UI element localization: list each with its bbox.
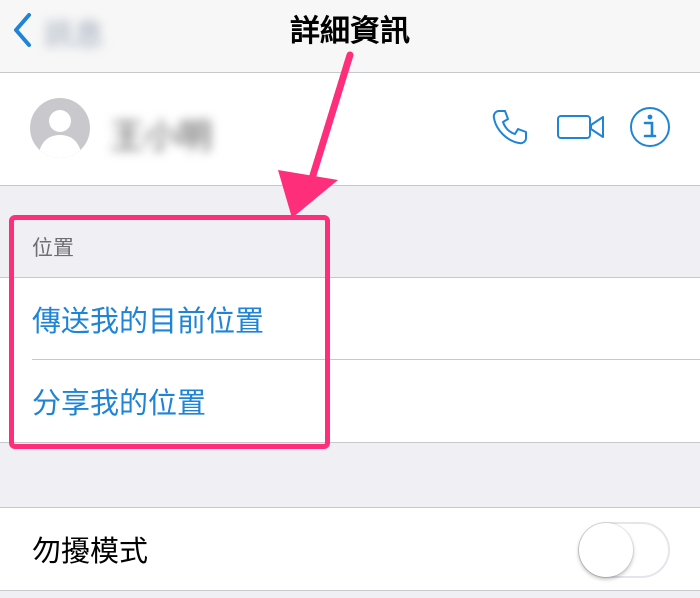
info-button[interactable] [628, 107, 672, 151]
video-icon [556, 112, 606, 146]
call-button[interactable] [488, 107, 532, 151]
contact-name: 王小明 [110, 117, 212, 157]
person-icon [38, 110, 82, 158]
page-title: 詳細資訊 [290, 14, 410, 49]
location-section-header: 位置 [32, 236, 74, 260]
video-call-button[interactable] [556, 107, 606, 151]
phone-icon [490, 107, 530, 151]
do-not-disturb-toggle[interactable] [578, 522, 670, 578]
share-my-location-item[interactable]: 分享我的位置 [32, 360, 700, 442]
info-icon [628, 105, 672, 153]
contact-row: 王小明 [0, 73, 700, 186]
avatar[interactable] [30, 98, 90, 158]
navigation-bar: 訊息 詳細資訊 [0, 0, 700, 73]
do-not-disturb-row: 勿擾模式 [0, 507, 700, 591]
location-section: 傳送我的目前位置 分享我的位置 [0, 277, 700, 443]
send-current-location-item[interactable]: 傳送我的目前位置 [32, 278, 700, 360]
toggle-knob [579, 523, 633, 577]
do-not-disturb-label: 勿擾模式 [32, 534, 149, 568]
